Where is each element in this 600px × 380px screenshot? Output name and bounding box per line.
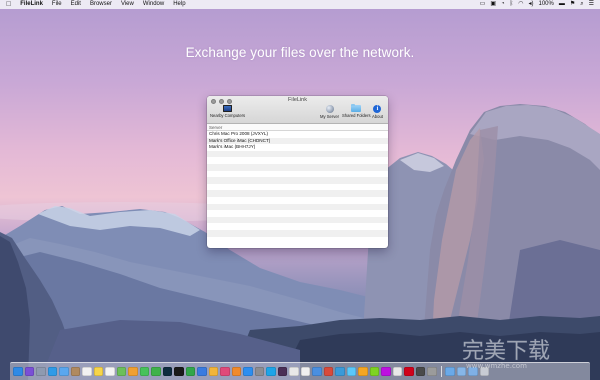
slack-icon[interactable]	[277, 366, 287, 377]
app-icon-a[interactable]	[323, 366, 333, 377]
reminders-icon[interactable]	[105, 366, 115, 377]
server-row[interactable]: Mark's Office iMac (CHDNCT)	[207, 137, 388, 145]
empty-row	[207, 184, 388, 191]
preferences-icon[interactable]	[254, 366, 264, 377]
wifi-icon[interactable]: ◠	[518, 0, 523, 9]
app-icon-e[interactable]	[369, 366, 379, 377]
svg-text:www.wmzhe.com: www.wmzhe.com	[466, 362, 527, 370]
empty-row	[207, 163, 388, 171]
marketing-tagline: Exchange your files over the network.	[185, 45, 415, 60]
folder-icon	[351, 103, 362, 112]
server-globe-icon	[325, 105, 334, 113]
server-column-header[interactable]: Server	[207, 124, 388, 131]
appstore-icon[interactable]	[243, 366, 253, 377]
empty-row	[207, 216, 388, 224]
screen-icon[interactable]: ▣	[490, 0, 496, 9]
finder-icon[interactable]	[13, 366, 23, 377]
empty-row	[207, 237, 388, 244]
ibooks-icon[interactable]	[231, 366, 241, 377]
empty-row	[207, 210, 388, 217]
mail-icon[interactable]	[59, 366, 69, 377]
shared-folders-button[interactable]: Shared Folders	[342, 103, 371, 118]
shared-folders-label: Shared Folders	[342, 113, 371, 118]
keynote-icon[interactable]	[197, 366, 207, 377]
empty-row	[207, 177, 388, 184]
my-server-button[interactable]: My Server	[320, 105, 339, 119]
about-label: About	[372, 114, 383, 119]
preview-icon[interactable]	[289, 366, 299, 377]
menu-window[interactable]: Window	[143, 0, 164, 9]
menu-browser[interactable]: Browser	[90, 0, 112, 9]
numbers-icon[interactable]	[185, 366, 195, 377]
search-icon[interactable]: ⌕	[580, 0, 583, 9]
safari-icon[interactable]	[47, 366, 57, 377]
skype-icon[interactable]	[266, 366, 276, 377]
flag-icon[interactable]: ⚑	[570, 0, 575, 9]
facetime-icon[interactable]	[151, 366, 161, 377]
menu-edit[interactable]: Edit	[71, 0, 81, 9]
window-title: FileLink	[288, 97, 307, 103]
volume-icon[interactable]: ◂)	[528, 0, 533, 9]
nearby-computers-button[interactable]: Nearby Computers	[210, 105, 245, 118]
info-icon: i	[373, 105, 382, 113]
apple-menu-icon[interactable]: 	[6, 0, 11, 9]
server-row[interactable]: Mark's iMac (BHH7JY)	[207, 144, 388, 151]
server-row[interactable]: Chris Mac Pro 2008 (JVXYL)	[207, 131, 388, 138]
about-button[interactable]: i About	[372, 105, 383, 119]
app-icon-c[interactable]	[346, 366, 356, 377]
app-icon-f[interactable]	[381, 366, 391, 377]
app-icon-b[interactable]	[335, 366, 345, 377]
messages-icon[interactable]	[139, 366, 149, 377]
menu-help[interactable]: Help	[173, 0, 185, 9]
app-icon-d[interactable]	[358, 366, 368, 377]
dock-separator	[440, 366, 441, 377]
terminal-icon[interactable]	[174, 366, 184, 377]
filelink-window: FileLink Nearby Computers My Server Shar…	[207, 96, 388, 248]
downloads-icon[interactable]	[445, 366, 455, 377]
maps-icon[interactable]	[116, 366, 126, 377]
empty-row	[207, 197, 388, 204]
itunes-icon[interactable]	[220, 366, 230, 377]
my-server-label: My Server	[320, 114, 340, 119]
menu-view[interactable]: View	[121, 0, 134, 9]
photos-icon[interactable]	[128, 366, 138, 377]
siri-icon[interactable]	[24, 366, 34, 377]
nearby-computers-label: Nearby Computers	[210, 113, 246, 118]
status-area: ▭ ▣ ◔ ᛒ ◠ ◂) 100% ▬ ⚑ ⌕ ☰	[480, 0, 594, 9]
sketch-icon[interactable]	[208, 366, 218, 377]
contacts-icon[interactable]	[70, 366, 80, 377]
launchpad-icon[interactable]	[36, 366, 46, 377]
window-toolbar: FileLink Nearby Computers My Server Shar…	[207, 96, 388, 124]
bluetooth-icon[interactable]: ᛒ	[510, 0, 514, 9]
server-list: Chris Mac Pro 2008 (JVXYL) Mark's Office…	[207, 131, 388, 243]
photoshop-icon[interactable]	[162, 366, 172, 377]
battery-percent[interactable]: 100%	[538, 0, 553, 9]
empty-row	[207, 150, 388, 158]
filelink-icon[interactable]	[312, 366, 322, 377]
textedit-icon[interactable]	[300, 366, 310, 377]
list-icon[interactable]: ☰	[589, 0, 594, 9]
app-icon-i[interactable]	[415, 366, 425, 377]
battery-icon[interactable]: ▬	[559, 0, 565, 9]
empty-row	[207, 229, 388, 237]
monitor-icon	[223, 105, 233, 112]
empty-row	[207, 157, 388, 164]
menu-app-name[interactable]: FileLink	[20, 0, 43, 9]
svg-text:完美下载: 完美下载	[462, 339, 550, 364]
watermark-logo: 完美下载 www.wmzhe.com	[462, 339, 550, 370]
empty-row	[207, 203, 388, 211]
empty-row	[207, 223, 388, 230]
app-icon-j[interactable]	[427, 366, 437, 377]
empty-row	[207, 171, 388, 178]
display-icon[interactable]: ▭	[480, 0, 486, 9]
notes-icon[interactable]	[93, 366, 103, 377]
activity-icon[interactable]: ◔	[501, 0, 505, 9]
app-icon-g[interactable]	[392, 366, 402, 377]
menu-bar:  FileLink File Edit Browser View Window…	[0, 0, 600, 9]
calendar-icon[interactable]	[82, 366, 92, 377]
empty-row	[207, 190, 388, 197]
app-icon-h[interactable]	[404, 366, 414, 377]
menu-file[interactable]: File	[52, 0, 62, 9]
